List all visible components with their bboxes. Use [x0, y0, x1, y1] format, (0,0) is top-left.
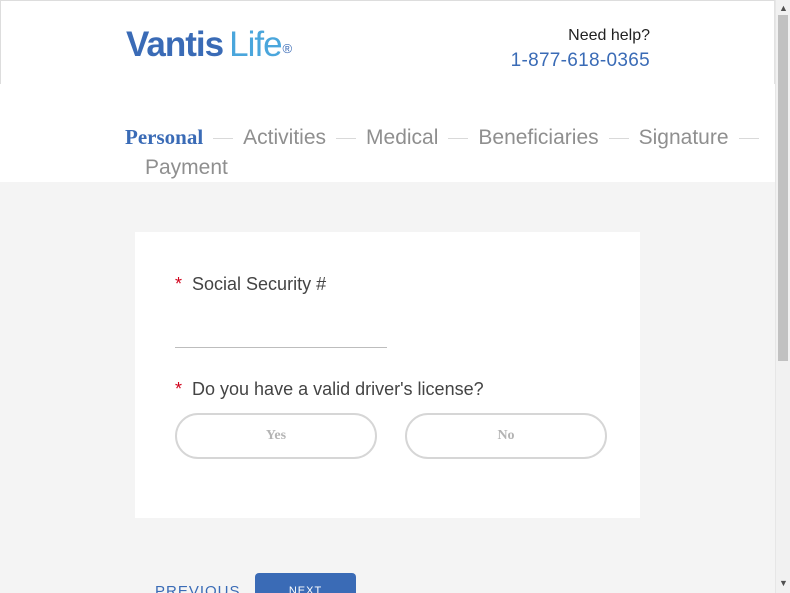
required-marker: *: [175, 379, 183, 399]
yes-button[interactable]: Yes: [175, 413, 377, 459]
help-question: Need help?: [568, 27, 650, 44]
step-separator: [336, 137, 357, 139]
logo-sub-text: Life: [229, 25, 282, 64]
step-separator: [448, 137, 469, 139]
step-payment[interactable]: Payment: [125, 153, 770, 183]
previous-button[interactable]: PREVIOUS: [155, 583, 241, 593]
step-activities[interactable]: Activities: [243, 126, 326, 149]
step-separator: [738, 137, 759, 139]
step-separator: [608, 137, 629, 139]
license-label-text: Do you have a valid driver's license?: [192, 379, 484, 399]
license-label: * Do you have a valid driver's license?: [175, 379, 484, 400]
registered-mark: ®: [282, 41, 293, 56]
next-button[interactable]: NEXT: [255, 573, 356, 593]
step-personal[interactable]: Personal: [125, 125, 203, 149]
page: Vantis Life® Need help? 1-877-618-0365 Pe…: [0, 0, 775, 593]
step-beneficiaries[interactable]: Beneficiaries: [478, 126, 598, 149]
header: Vantis Life® Need help? 1-877-618-0365: [0, 0, 775, 84]
step-medical[interactable]: Medical: [366, 126, 438, 149]
vantis-life-logo[interactable]: Vantis Life®: [126, 25, 293, 65]
step-signature[interactable]: Signature: [639, 126, 729, 149]
no-button[interactable]: No: [405, 413, 607, 459]
form-card: * Social Security # * Do you have a valid …: [135, 232, 640, 518]
ssn-label-text: Social Security #: [192, 274, 327, 294]
help-box: Need help? 1-877-618-0365: [511, 27, 650, 72]
scroll-up-arrow-icon[interactable]: ▲: [779, 3, 788, 13]
logo-main-text: Vantis: [126, 25, 224, 64]
step-separator: [213, 137, 234, 139]
scroll-down-arrow-icon[interactable]: ▼: [779, 578, 788, 588]
ssn-input[interactable]: [175, 347, 387, 348]
scrollbar-thumb[interactable]: [778, 15, 788, 361]
required-marker: *: [175, 274, 183, 294]
ssn-label: * Social Security #: [175, 274, 326, 295]
progress-steps: Personal Activities Medical Beneficiaries Si…: [0, 84, 775, 182]
vertical-scrollbar[interactable]: ▲ ▼: [775, 0, 790, 593]
help-phone-link[interactable]: 1-877-618-0365: [511, 50, 650, 72]
